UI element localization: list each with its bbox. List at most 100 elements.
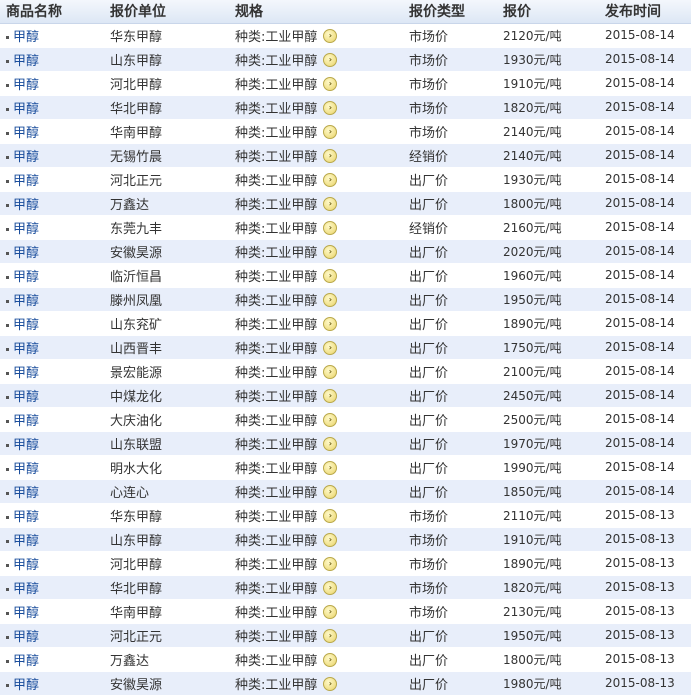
cell-publish-date: 2015-08-14: [605, 263, 691, 288]
bullet-icon: [6, 59, 9, 63]
product-link[interactable]: 甲醇: [13, 30, 39, 45]
arrow-circle-right-icon[interactable]: ›: [323, 509, 338, 523]
arrow-circle-right-icon[interactable]: ›: [323, 341, 338, 355]
product-link[interactable]: 甲醇: [13, 222, 39, 237]
cell-price: 1980元/吨: [503, 671, 605, 696]
product-link[interactable]: 甲醇: [13, 150, 39, 165]
table-row: 甲醇 中煤龙化 种类:工业甲醇 › 出厂价 2450元/吨 2015-08-14: [0, 383, 691, 408]
cell-quote-type: 出厂价: [409, 263, 503, 288]
product-link[interactable]: 甲醇: [13, 678, 39, 693]
product-link[interactable]: 甲醇: [13, 174, 39, 189]
arrow-circle-right-icon[interactable]: ›: [323, 437, 338, 451]
arrow-circle-right-icon[interactable]: ›: [323, 245, 338, 259]
cell-quote-type: 经销价: [409, 143, 503, 168]
arrow-circle-right-icon[interactable]: ›: [323, 149, 338, 163]
cell-product-name: 甲醇: [0, 455, 110, 480]
arrow-circle-right-icon[interactable]: ›: [323, 581, 338, 595]
cell-quote-type: 经销价: [409, 215, 503, 240]
product-link[interactable]: 甲醇: [13, 198, 39, 213]
product-link[interactable]: 甲醇: [13, 390, 39, 405]
cell-price: 1890元/吨: [503, 311, 605, 336]
product-link[interactable]: 甲醇: [13, 654, 39, 669]
cell-quote-type: 出厂价: [409, 479, 503, 504]
product-link[interactable]: 甲醇: [13, 630, 39, 645]
product-link[interactable]: 甲醇: [13, 294, 39, 309]
product-link[interactable]: 甲醇: [13, 78, 39, 93]
table-row: 甲醇 华北甲醇 种类:工业甲醇 › 市场价 1820元/吨 2015-08-14: [0, 95, 691, 120]
arrow-circle-right-icon[interactable]: ›: [323, 77, 338, 91]
table-row: 甲醇 安徽昊源 种类:工业甲醇 › 出厂价 1980元/吨 2015-08-13: [0, 671, 691, 696]
arrow-circle-right-icon[interactable]: ›: [323, 461, 338, 475]
product-link[interactable]: 甲醇: [13, 270, 39, 285]
table-row: 甲醇 山东联盟 种类:工业甲醇 › 出厂价 1970元/吨 2015-08-14: [0, 431, 691, 456]
spec-text: 种类:工业甲醇: [235, 605, 318, 621]
product-link[interactable]: 甲醇: [13, 342, 39, 357]
cell-price: 2160元/吨: [503, 215, 605, 240]
product-link[interactable]: 甲醇: [13, 54, 39, 69]
arrow-circle-right-icon[interactable]: ›: [323, 269, 338, 283]
product-link[interactable]: 甲醇: [13, 102, 39, 117]
arrow-circle-right-icon[interactable]: ›: [323, 365, 338, 379]
cell-quote-unit: 山东兖矿: [110, 311, 235, 336]
cell-spec: 种类:工业甲醇 ›: [235, 191, 409, 216]
arrow-circle-right-icon[interactable]: ›: [323, 317, 338, 331]
arrow-circle-right-icon[interactable]: ›: [323, 125, 338, 139]
header-publish-date: 发布时间: [605, 0, 691, 24]
product-link[interactable]: 甲醇: [13, 438, 39, 453]
cell-quote-unit: 万鑫达: [110, 647, 235, 672]
price-table: 商品名称 报价单位 规格 报价类型 报价 发布时间 甲醇 华东甲醇 种类:工业甲醇 ›…: [0, 0, 691, 696]
cell-publish-date: 2015-08-14: [605, 143, 691, 168]
cell-quote-type: 出厂价: [409, 455, 503, 480]
product-link[interactable]: 甲醇: [13, 318, 39, 333]
product-link[interactable]: 甲醇: [13, 606, 39, 621]
cell-product-name: 甲醇: [0, 575, 110, 600]
arrow-circle-right-icon[interactable]: ›: [323, 197, 338, 211]
arrow-circle-right-icon[interactable]: ›: [323, 221, 338, 235]
product-link[interactable]: 甲醇: [13, 462, 39, 477]
arrow-circle-right-icon[interactable]: ›: [323, 557, 338, 571]
product-link[interactable]: 甲醇: [13, 510, 39, 525]
cell-spec: 种类:工业甲醇 ›: [235, 23, 409, 48]
cell-publish-date: 2015-08-14: [605, 239, 691, 264]
cell-quote-type: 出厂价: [409, 311, 503, 336]
spec-text: 种类:工业甲醇: [235, 197, 318, 213]
cell-spec: 种类:工业甲醇 ›: [235, 407, 409, 432]
arrow-circle-right-icon[interactable]: ›: [323, 485, 338, 499]
product-link[interactable]: 甲醇: [13, 558, 39, 573]
table-header: 商品名称 报价单位 规格 报价类型 报价 发布时间: [0, 0, 691, 24]
bullet-icon: [6, 251, 9, 255]
product-link[interactable]: 甲醇: [13, 486, 39, 501]
table-row: 甲醇 河北正元 种类:工业甲醇 › 出厂价 1930元/吨 2015-08-14: [0, 167, 691, 192]
cell-price: 2130元/吨: [503, 599, 605, 624]
cell-product-name: 甲醇: [0, 335, 110, 360]
arrow-circle-right-icon[interactable]: ›: [323, 101, 338, 115]
product-link[interactable]: 甲醇: [13, 246, 39, 261]
arrow-circle-right-icon[interactable]: ›: [323, 173, 338, 187]
cell-product-name: 甲醇: [0, 431, 110, 456]
cell-publish-date: 2015-08-14: [605, 311, 691, 336]
cell-spec: 种类:工业甲醇 ›: [235, 287, 409, 312]
product-link[interactable]: 甲醇: [13, 534, 39, 549]
arrow-circle-right-icon[interactable]: ›: [323, 413, 338, 427]
product-link[interactable]: 甲醇: [13, 414, 39, 429]
bullet-icon: [6, 371, 9, 375]
cell-price: 1910元/吨: [503, 527, 605, 552]
arrow-circle-right-icon[interactable]: ›: [323, 293, 338, 307]
arrow-circle-right-icon[interactable]: ›: [323, 629, 338, 643]
cell-spec: 种类:工业甲醇 ›: [235, 143, 409, 168]
product-link[interactable]: 甲醇: [13, 126, 39, 141]
arrow-circle-right-icon[interactable]: ›: [323, 533, 338, 547]
arrow-circle-right-icon[interactable]: ›: [323, 605, 338, 619]
cell-quote-unit: 滕州凤凰: [110, 287, 235, 312]
arrow-circle-right-icon[interactable]: ›: [323, 677, 338, 691]
cell-publish-date: 2015-08-13: [605, 575, 691, 600]
arrow-circle-right-icon[interactable]: ›: [323, 53, 338, 67]
arrow-circle-right-icon[interactable]: ›: [323, 29, 338, 43]
product-link[interactable]: 甲醇: [13, 366, 39, 381]
cell-quote-type: 市场价: [409, 575, 503, 600]
bullet-icon: [6, 635, 9, 639]
product-link[interactable]: 甲醇: [13, 582, 39, 597]
arrow-circle-right-icon[interactable]: ›: [323, 389, 338, 403]
spec-text: 种类:工业甲醇: [235, 533, 318, 549]
arrow-circle-right-icon[interactable]: ›: [323, 653, 338, 667]
